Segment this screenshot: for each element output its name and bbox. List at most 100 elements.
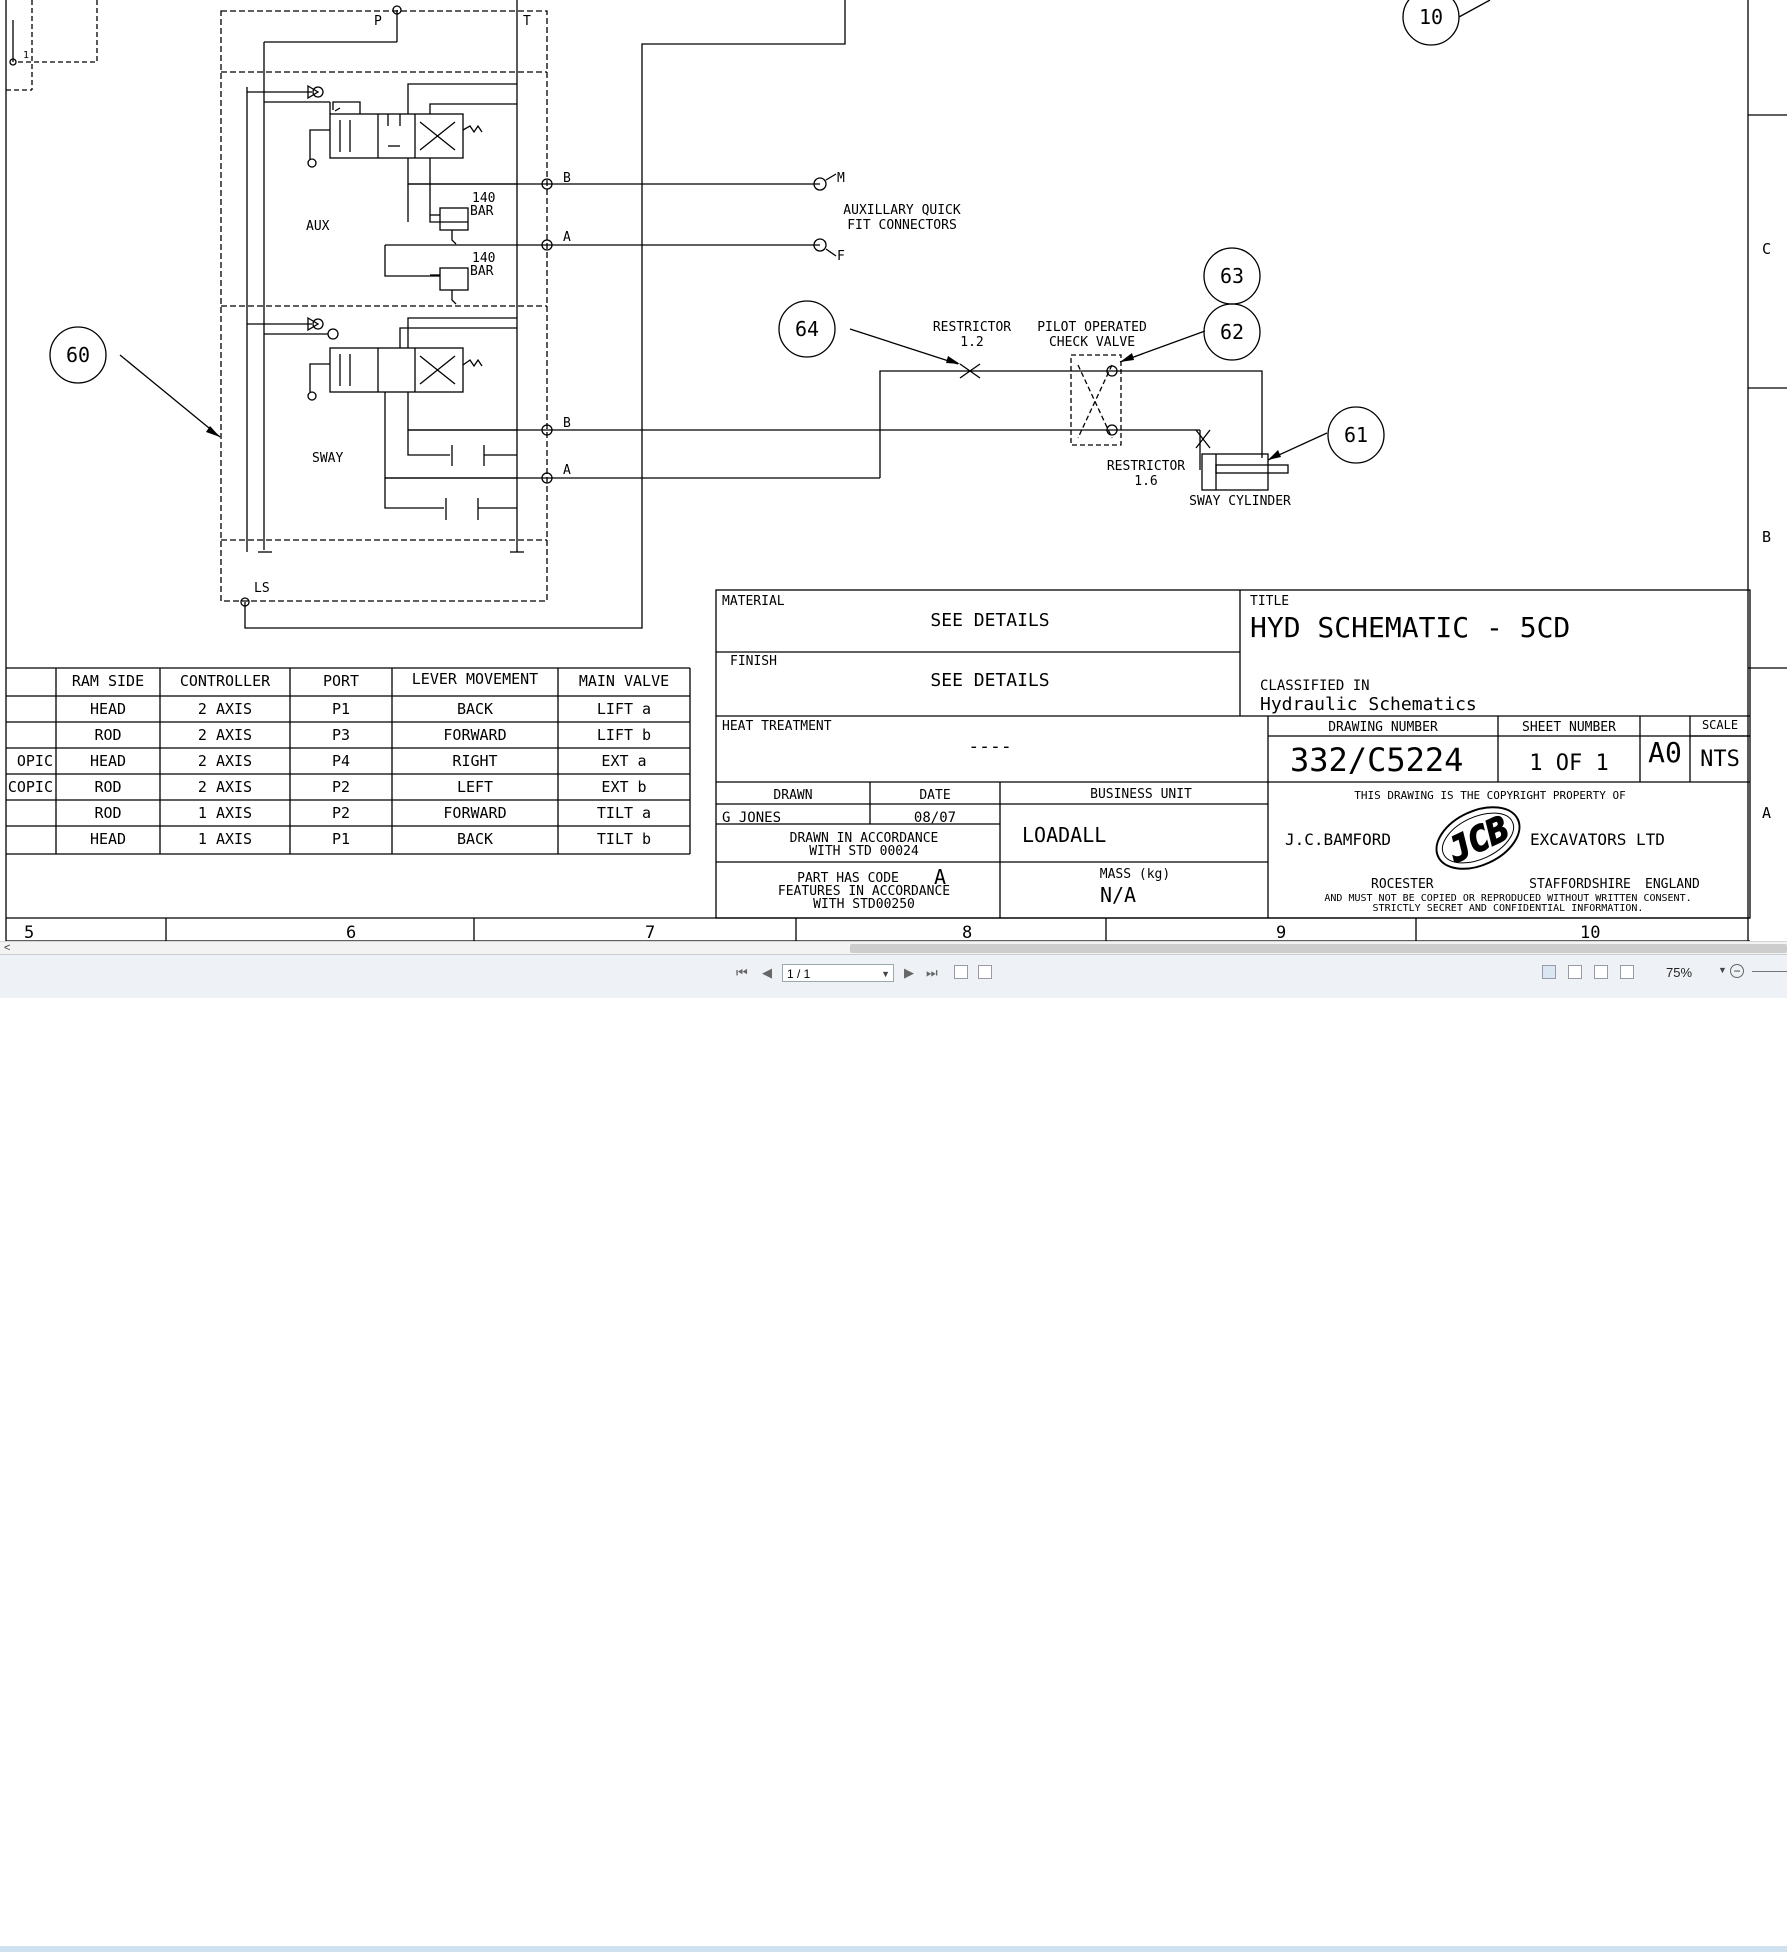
table-cell-main-valve: TILT b [597, 830, 651, 848]
table-cell-main-valve: EXT a [601, 752, 646, 770]
port-ls-label: LS [254, 581, 270, 596]
jcb-logo: JCB [1435, 806, 1521, 872]
table-cell-main-valve: LIFT b [597, 726, 651, 744]
scrollbar-thumb[interactable] [850, 944, 1787, 953]
sway-cylinder-label: SWAY CYLINDER [1189, 494, 1291, 509]
table-cell-controller: 2 AXIS [198, 752, 252, 770]
facing-layout-icon[interactable] [1594, 965, 1608, 979]
drawing-title-value: HYD SCHEMATIC - 5CD [1250, 611, 1570, 644]
table-cell-main-valve: TILT a [597, 804, 651, 822]
heat-treatment-value: ---- [968, 736, 1011, 757]
restrictor-label-1: RESTRICTOR [933, 320, 1011, 335]
mass-value: N/A [1100, 883, 1136, 907]
page-dropdown-icon[interactable]: ▼ [881, 965, 890, 983]
pilot-valve-label-2: CHECK VALVE [1049, 335, 1135, 350]
address-staffordshire: STAFFORDSHIRE [1529, 877, 1631, 892]
mass-label: MASS (kg) [1100, 867, 1170, 882]
table-cell-controller: 1 AXIS [198, 804, 252, 822]
drawn-label: DRAWN [773, 788, 812, 803]
drawn-value: G JONES [722, 810, 781, 826]
table-cell-fragment: COPIC [8, 778, 53, 796]
table-cell-lever-movement: LEFT [457, 778, 493, 796]
port-a-label-sway: A [563, 463, 571, 478]
port-b-label-aux: B [563, 171, 571, 186]
next-page-icon[interactable]: ▶ [904, 965, 914, 981]
sheet-number-label: SHEET NUMBER [1522, 720, 1616, 735]
table-cell-ram-side: HEAD [90, 700, 126, 718]
table-cell-controller: 2 AXIS [198, 778, 252, 796]
drawing-number-label: DRAWING NUMBER [1328, 720, 1438, 735]
table-cell-main-valve: LIFT a [597, 700, 651, 718]
table-cell-lever-movement: FORWARD [443, 804, 506, 822]
page-number-value: 1 / 1 [787, 967, 811, 981]
company-left: J.C.BAMFORD [1285, 830, 1391, 849]
table-cell-ram-side: ROD [94, 726, 121, 744]
code-letter: A [934, 865, 946, 889]
table-cell-port: P2 [332, 778, 350, 796]
zoom-out-icon[interactable]: − [1730, 964, 1744, 978]
aux-connectors-label-2: FIT CONNECTORS [847, 218, 957, 233]
table-cell-controller: 1 AXIS [198, 830, 252, 848]
legal-line-2: STRICTLY SECRET AND CONFIDENTIAL INFORMA… [1373, 903, 1644, 914]
viewer-statusbar: ⏮ ◀ 1 / 1 ▼ ▶ ⏭ 75% ▼ − [0, 954, 1787, 1952]
two-page-view-icon[interactable] [978, 965, 992, 979]
table-cell-port: P4 [332, 752, 350, 770]
business-unit-value: LOADALL [1022, 823, 1106, 847]
horizontal-scrollbar[interactable]: < [0, 941, 1787, 955]
table-cell-ram-side: HEAD [90, 830, 126, 848]
restrictor-value-1: 1.2 [960, 335, 983, 350]
port-f-label: F [837, 249, 845, 264]
heat-treatment-label: HEAT TREATMENT [722, 719, 832, 734]
port-m-label: M [837, 171, 845, 186]
balloon-10: 10 [1419, 5, 1443, 29]
sheet-number-value: 1 OF 1 [1529, 751, 1608, 776]
continuous-layout-icon[interactable] [1568, 965, 1582, 979]
port-p-label: P [374, 14, 382, 29]
balloon-61: 61 [1344, 423, 1368, 447]
relief-unit-1: BAR [470, 204, 494, 219]
table-cell-port: P1 [332, 830, 350, 848]
material-value: SEE DETAILS [930, 610, 1049, 631]
address-england: ENGLAND [1645, 877, 1700, 892]
zoom-level[interactable]: 75% [1666, 965, 1692, 980]
single-page-view-icon[interactable] [954, 965, 968, 979]
restrictor-label-2: RESTRICTOR [1107, 459, 1185, 474]
scale-label: SCALE [1702, 718, 1738, 732]
zone-col-9: 9 [1276, 923, 1286, 941]
relief-unit-2: BAR [470, 264, 494, 279]
code-line-3: WITH STD00250 [813, 897, 915, 912]
single-page-layout-icon[interactable] [1542, 965, 1556, 979]
zoom-dropdown-icon[interactable]: ▼ [1718, 965, 1727, 975]
table-cell-controller: 2 AXIS [198, 726, 252, 744]
first-page-icon[interactable]: ⏮ [736, 965, 748, 981]
taskbar-strip [0, 1946, 1787, 1952]
prev-page-icon[interactable]: ◀ [762, 965, 772, 981]
port-b-label-sway: B [563, 416, 571, 431]
zone-col-7: 7 [645, 923, 655, 941]
fragment-one-label: 1 [23, 50, 29, 61]
zone-row-c: C [1762, 240, 1771, 258]
last-page-icon[interactable]: ⏭ [926, 965, 938, 981]
table-cell-lever-movement: BACK [457, 830, 493, 848]
table-header-lever-movement: LEVER MOVEMENT [412, 670, 538, 688]
copyright-line: THIS DRAWING IS THE COPYRIGHT PROPERTY O… [1354, 789, 1626, 802]
port-t-label: T [523, 14, 531, 29]
book-layout-icon[interactable] [1620, 965, 1634, 979]
scroll-left-arrow[interactable]: < [4, 942, 10, 954]
zone-col-6: 6 [346, 923, 356, 941]
date-label: DATE [919, 788, 950, 803]
aux-label: AUX [306, 219, 330, 234]
business-unit-label: BUSINESS UNIT [1090, 787, 1192, 802]
balloon-60: 60 [66, 343, 90, 367]
finish-value: SEE DETAILS [930, 670, 1049, 691]
aux-connectors-label-1: AUXILLARY QUICK [843, 203, 961, 218]
table-cell-port: P3 [332, 726, 350, 744]
table-header-main-valve: MAIN VALVE [579, 672, 669, 690]
page-number-input[interactable]: 1 / 1 ▼ [782, 964, 894, 982]
drawing-number-value: 332/C5224 [1290, 741, 1463, 779]
table-cell-controller: 2 AXIS [198, 700, 252, 718]
table-cell-lever-movement: BACK [457, 700, 493, 718]
restrictor-value-2: 1.6 [1134, 474, 1157, 489]
zoom-slider[interactable] [1752, 971, 1787, 972]
table-cell-main-valve: EXT b [601, 778, 646, 796]
